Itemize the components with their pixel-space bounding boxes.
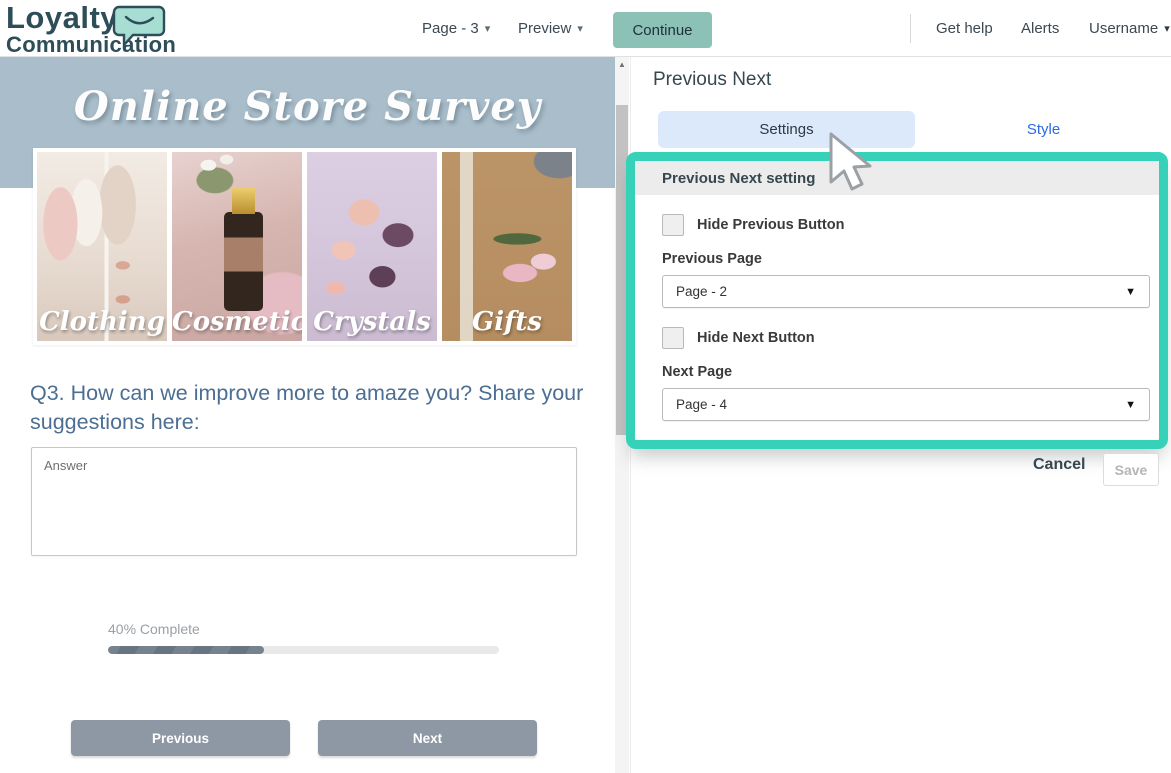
hide-previous-checkbox[interactable] — [662, 214, 684, 236]
section-header: Previous Next setting — [635, 161, 1159, 195]
survey-previous-button[interactable]: Previous — [71, 720, 290, 756]
hide-next-label: Hide Next Button — [697, 330, 815, 346]
previous-next-setting-box: Previous Next setting Hide Previous Butt… — [626, 152, 1168, 449]
speech-bubble-icon — [112, 4, 168, 50]
next-page-label: Next Page — [662, 364, 1150, 380]
preview-label: Preview — [518, 20, 571, 37]
top-navbar: Loyalty Communication Page - 3 ▾ Preview… — [0, 0, 1171, 57]
progress-fill — [108, 646, 264, 654]
survey-title: Online Store Survey — [0, 83, 615, 130]
hide-next-checkbox[interactable] — [662, 327, 684, 349]
category-label: Clothing — [37, 307, 167, 337]
page-select-label: Page - 3 — [422, 20, 479, 37]
username-menu[interactable]: Username ▾ — [1089, 0, 1170, 57]
survey-preview-panel: Online Store Survey Clothing Cosmetics C… — [0, 57, 615, 773]
previous-page-select[interactable]: Page - 2 ▼ — [662, 275, 1150, 308]
category-image-card: Clothing Cosmetics Crystals Gifts — [33, 148, 576, 345]
get-help-link[interactable]: Get help — [936, 0, 993, 57]
next-page-select[interactable]: Page - 4 ▼ — [662, 388, 1150, 421]
caret-down-icon: ▾ — [577, 22, 583, 35]
save-button[interactable]: Save — [1103, 453, 1159, 486]
dropdown-arrow-icon: ▼ — [1125, 399, 1136, 411]
previous-page-label: Previous Page — [662, 251, 1150, 267]
alerts-link[interactable]: Alerts — [1021, 0, 1059, 57]
navbar-divider — [910, 14, 911, 43]
previous-page-value: Page - 2 — [676, 284, 727, 299]
caret-down-icon: ▾ — [1164, 22, 1170, 35]
section-content: Hide Previous Button Previous Page Page … — [635, 214, 1159, 421]
preview-dropdown[interactable]: Preview ▾ — [518, 0, 583, 57]
category-photo-cosmetics: Cosmetics — [172, 152, 302, 341]
category-photo-gifts: Gifts — [442, 152, 572, 341]
app-root: Loyalty Communication Page - 3 ▾ Preview… — [0, 0, 1171, 773]
hide-next-row[interactable]: Hide Next Button — [662, 327, 1150, 349]
continue-button[interactable]: Continue — [613, 12, 712, 48]
hide-previous-label: Hide Previous Button — [697, 217, 844, 233]
scroll-up-arrow-icon[interactable]: ▲ — [615, 60, 629, 69]
caret-down-icon: ▾ — [485, 22, 491, 35]
survey-next-button[interactable]: Next — [318, 720, 537, 756]
category-photo-crystals: Crystals — [307, 152, 437, 341]
category-photo-clothing: Clothing — [37, 152, 167, 341]
dropdown-arrow-icon: ▼ — [1125, 286, 1136, 298]
answer-textarea[interactable] — [31, 447, 577, 556]
progress-bar — [108, 646, 499, 654]
category-label: Gifts — [442, 307, 572, 337]
username-label: Username — [1089, 20, 1158, 37]
survey-question-text: Q3. How can we improve more to amaze you… — [30, 379, 586, 437]
panel-title: Previous Next — [653, 69, 771, 91]
tab-settings[interactable]: Settings — [658, 111, 915, 148]
page-select-dropdown[interactable]: Page - 3 ▾ — [422, 0, 490, 57]
category-label: Cosmetics — [172, 307, 302, 337]
hide-previous-row[interactable]: Hide Previous Button — [662, 214, 1150, 236]
tab-style[interactable]: Style — [915, 111, 1171, 148]
next-page-value: Page - 4 — [676, 397, 727, 412]
category-label: Crystals — [307, 307, 437, 337]
cancel-button[interactable]: Cancel — [1033, 456, 1085, 474]
progress-label: 40% Complete — [108, 621, 200, 637]
